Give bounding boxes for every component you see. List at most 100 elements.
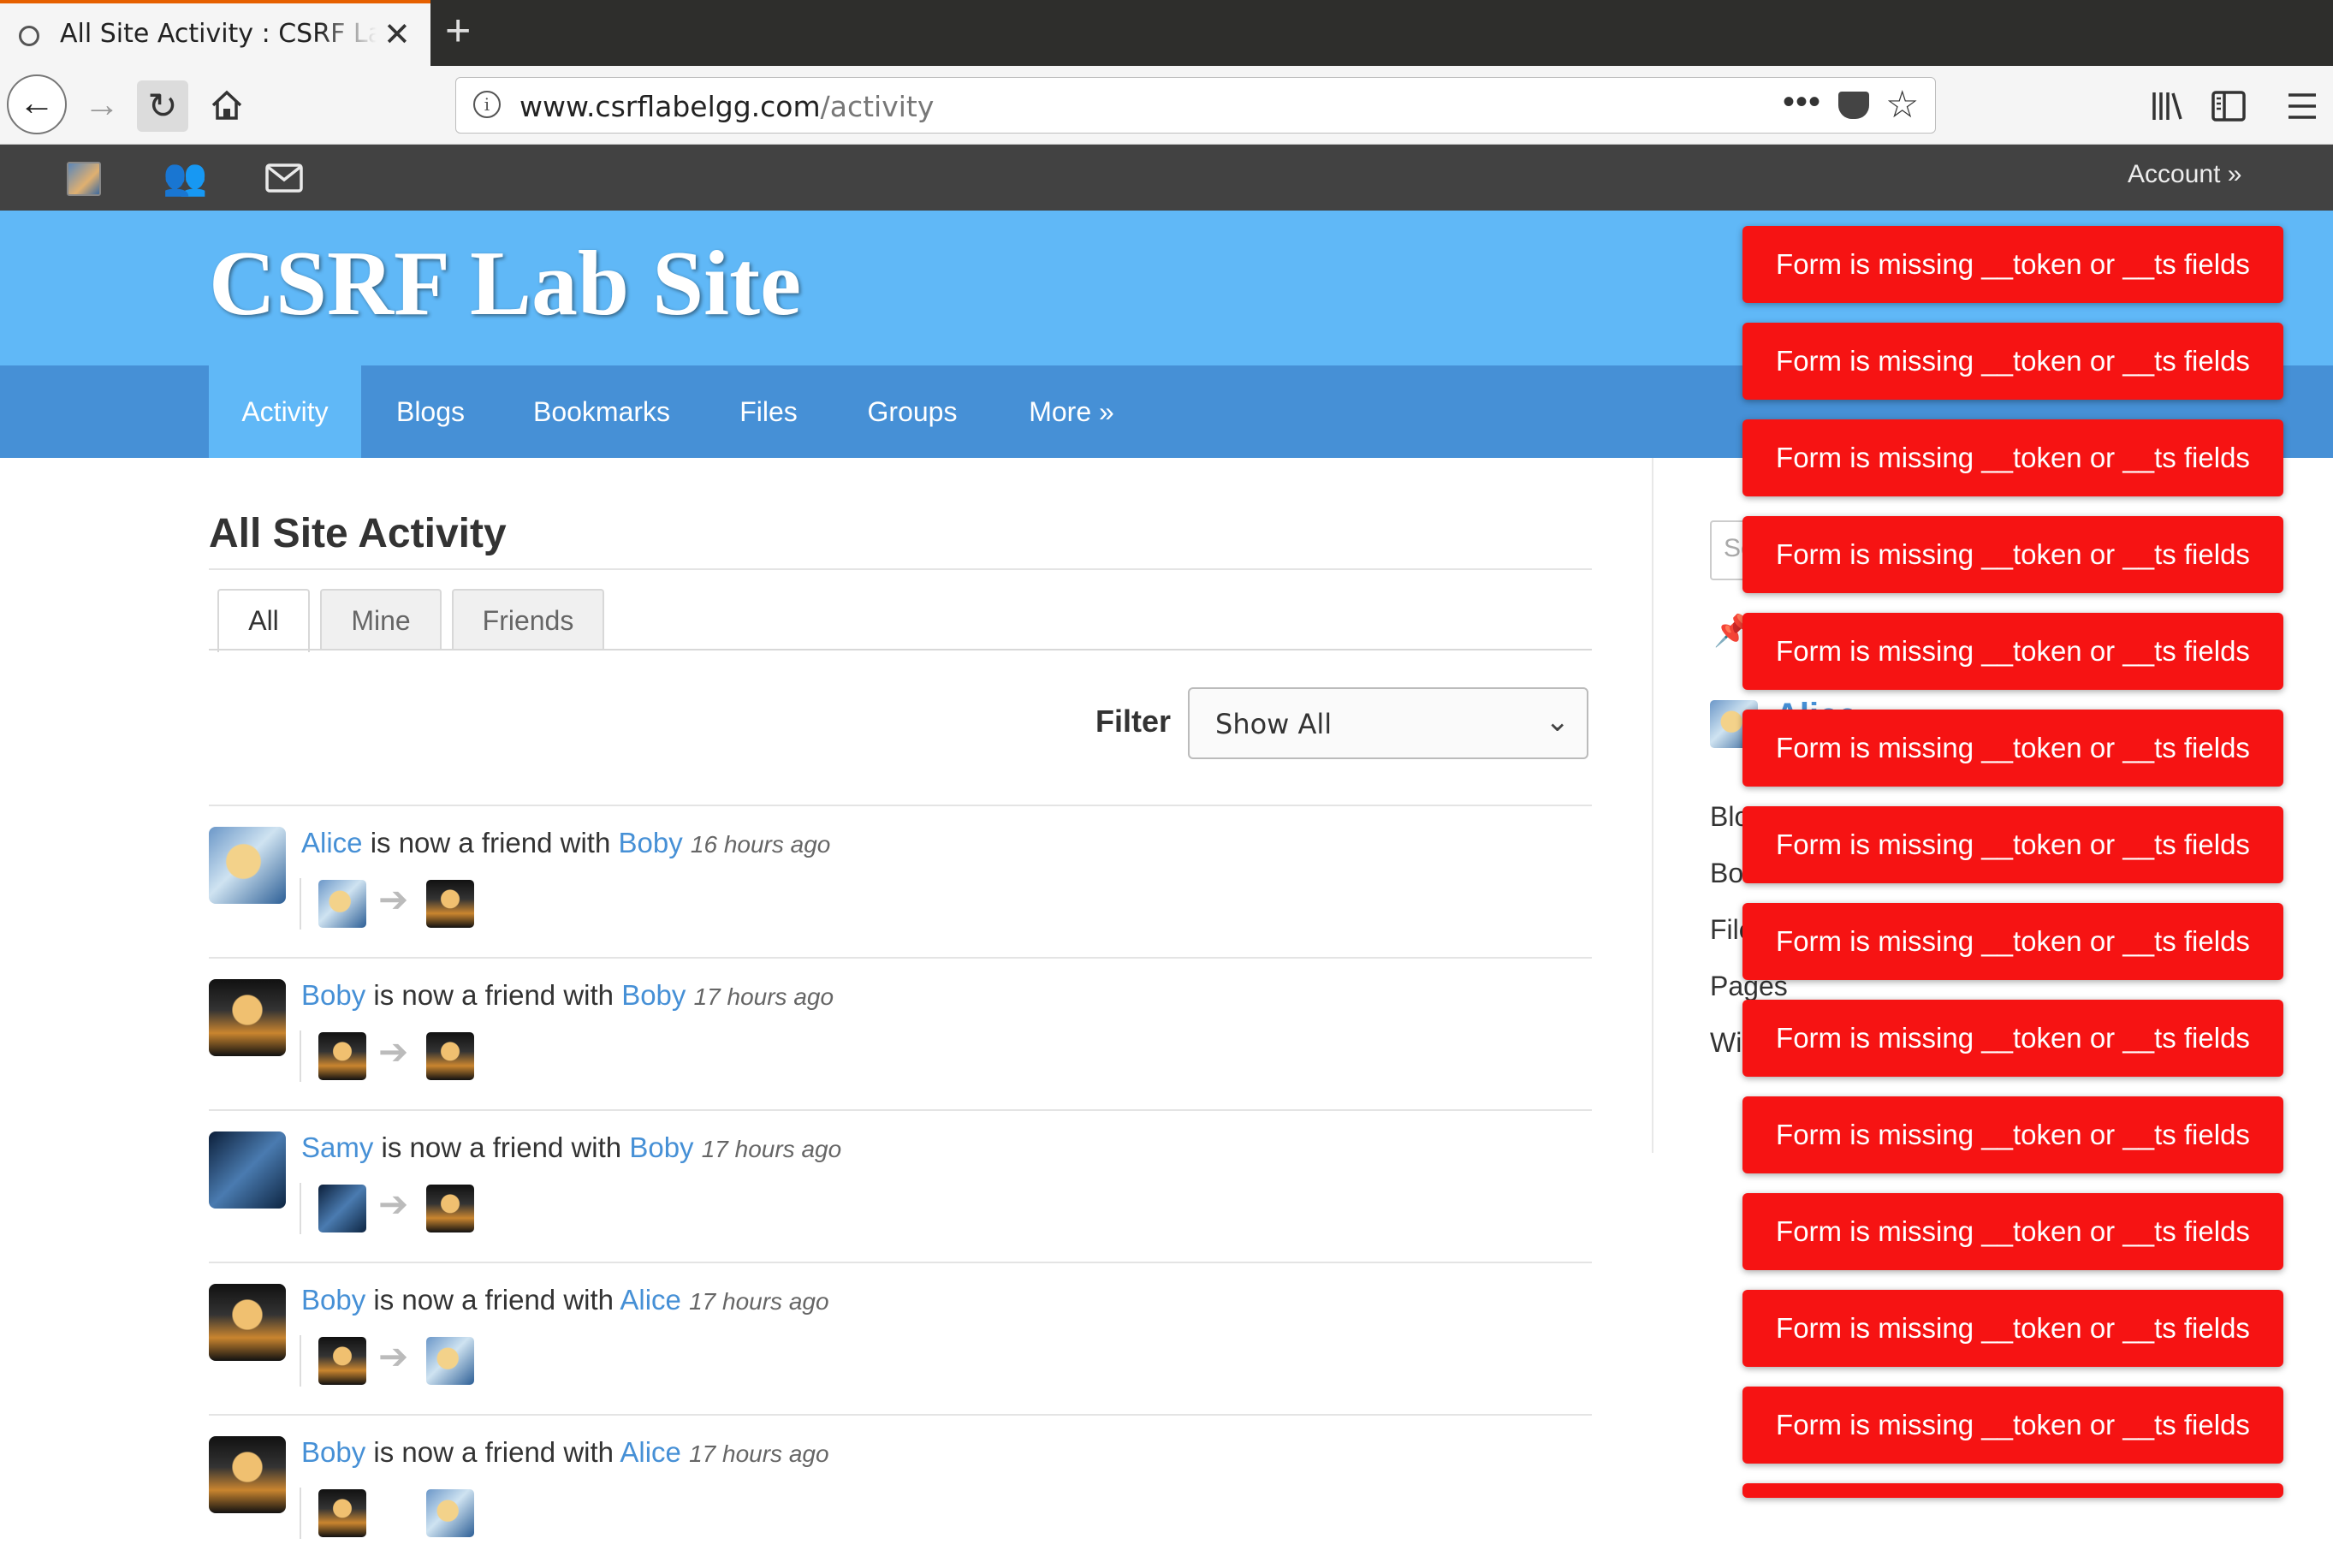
tab-friends[interactable]: Friends (452, 589, 604, 650)
error-message[interactable]: Form is missing __token or __ts fields (1742, 710, 2283, 787)
browser-tab[interactable]: All Site Activity : CSRF Lab Site ✕ (0, 0, 430, 66)
error-message[interactable]: Form is missing __token or __ts fields (1742, 226, 2283, 303)
tab-close-icon[interactable]: ✕ (383, 15, 411, 54)
avatar[interactable] (426, 1489, 474, 1537)
target-link[interactable]: Alice (620, 1284, 681, 1316)
target-link[interactable]: Boby (621, 979, 686, 1011)
nav-item-bookmarks[interactable]: Bookmarks (522, 365, 681, 458)
error-message[interactable]: Form is missing __token or __ts fields (1742, 516, 2283, 593)
browser-tab-bar: All Site Activity : CSRF Lab Site ✕ + (0, 0, 2333, 66)
actor-link[interactable]: Alice (301, 827, 363, 858)
info-icon[interactable]: i (473, 91, 501, 118)
divider (209, 568, 1592, 570)
tab-title: All Site Activity : CSRF Lab Site (60, 19, 377, 49)
url-text[interactable]: www.csrflabelgg.com/activity (519, 90, 934, 123)
home-icon[interactable] (210, 88, 244, 122)
error-message[interactable]: Form is missing __token or __ts fields (1742, 1000, 2283, 1077)
tab-all[interactable]: All (217, 589, 310, 652)
activity-item: Alice is now a friend with Boby 16 hours… (209, 806, 1592, 959)
actor-link[interactable]: Boby (301, 1284, 365, 1316)
actor-link[interactable]: Samy (301, 1131, 373, 1163)
avatar[interactable] (209, 1284, 286, 1361)
nav-item-groups[interactable]: Groups (854, 365, 971, 458)
divider (209, 649, 1592, 650)
site-topbar: 👥 Account » (0, 145, 2333, 211)
activity-summary: Samy is now a friend with Boby 17 hours … (301, 1131, 842, 1163)
timestamp: 17 hours ago (701, 1136, 842, 1162)
page-title: All Site Activity (209, 511, 507, 556)
error-message[interactable]: Form is missing __token or __ts fields (1742, 806, 2283, 883)
divider (300, 1488, 301, 1539)
nav-item-blogs[interactable]: Blogs (380, 365, 481, 458)
error-message[interactable]: Form is missing __token or __ts fields (1742, 323, 2283, 400)
bookmark-star-icon[interactable]: ☆ (1885, 83, 1919, 127)
actor-link[interactable]: Boby (301, 979, 365, 1011)
browser-nav-bar: ← → ↻ i www.csrflabelgg.com/activity •••… (0, 66, 2333, 145)
error-message[interactable]: Form is missing __token or __ts fields (1742, 1193, 2283, 1270)
pocket-icon[interactable] (1838, 92, 1869, 119)
hamburger-menu-icon[interactable] (2287, 92, 2318, 121)
activity-item: Boby is now a friend with Boby 17 hours … (209, 959, 1592, 1111)
timestamp: 16 hours ago (690, 831, 831, 858)
friends-icon[interactable]: 👥 (163, 157, 207, 199)
target-link[interactable]: Boby (619, 827, 683, 858)
error-message[interactable]: Form is missing __token or __ts fields (1742, 613, 2283, 690)
messages-envelope-icon[interactable] (265, 163, 303, 193)
avatar[interactable] (318, 1032, 366, 1080)
timestamp: 17 hours ago (689, 1288, 829, 1315)
avatar[interactable] (209, 827, 286, 904)
error-message[interactable]: Form is missing __token or __ts fields (1742, 903, 2283, 980)
divider (300, 1183, 301, 1234)
sidebar-divider (1652, 458, 1653, 1153)
activity-summary: Boby is now a friend with Alice 17 hours… (301, 1284, 829, 1316)
arrow-right-icon: ➔ (378, 1031, 409, 1072)
avatar[interactable] (318, 1489, 366, 1537)
divider (300, 878, 301, 930)
back-arrow-icon[interactable]: ← (7, 74, 67, 134)
page-actions-icon[interactable]: ••• (1783, 83, 1821, 122)
library-icon[interactable] (2150, 89, 2184, 123)
error-message[interactable]: Form is missing __token or __ts fields (1742, 1096, 2283, 1173)
avatar[interactable] (426, 880, 474, 928)
avatar[interactable] (209, 979, 286, 1056)
tab-mine[interactable]: Mine (320, 589, 442, 650)
avatar[interactable] (426, 1185, 474, 1232)
filter-label: Filter (1095, 704, 1172, 739)
site-title[interactable]: CSRF Lab Site (209, 231, 801, 337)
error-message[interactable]: Form is missing __token or __ts fields (1742, 419, 2283, 496)
forward-arrow-icon[interactable]: → (84, 86, 120, 122)
chevron-down-icon: ⌄ (1545, 705, 1570, 738)
error-message[interactable]: Form is missing __token or __ts fields (1742, 1290, 2283, 1367)
avatar[interactable] (426, 1032, 474, 1080)
new-tab-icon[interactable]: + (445, 5, 471, 56)
activity-summary: Alice is now a friend with Boby 16 hours… (301, 827, 831, 858)
arrow-right-icon: ➔ (378, 879, 409, 919)
avatar[interactable] (426, 1337, 474, 1385)
url-bar[interactable]: i www.csrflabelgg.com/activity ••• ☆ (455, 77, 1936, 134)
avatar[interactable] (318, 1185, 366, 1232)
target-link[interactable]: Boby (629, 1131, 693, 1163)
activity-summary: Boby is now a friend with Boby 17 hours … (301, 979, 834, 1011)
user-avatar-icon[interactable] (67, 162, 101, 196)
filter-select-value: Show All (1215, 708, 1333, 740)
avatar[interactable] (318, 880, 366, 928)
filter-select[interactable]: Show All ⌄ (1188, 687, 1588, 759)
target-link[interactable]: Alice (620, 1436, 681, 1468)
avatar[interactable] (318, 1337, 366, 1385)
account-menu[interactable]: Account » (2128, 160, 2241, 189)
nav-item-activity[interactable]: Activity (209, 365, 361, 458)
nav-item-more[interactable]: More » (1012, 365, 1131, 458)
activity-item: Samy is now a friend with Boby 17 hours … (209, 1111, 1592, 1263)
actor-link[interactable]: Boby (301, 1436, 365, 1468)
error-message[interactable]: Form is missing __token or __ts fields (1742, 1387, 2283, 1464)
activity-item: Boby is now a friend with Alice 17 hours… (209, 1263, 1592, 1416)
divider (300, 1335, 301, 1387)
arrow-right-icon: ➔ (378, 1336, 409, 1376)
avatar[interactable] (209, 1131, 286, 1209)
nav-item-files[interactable]: Files (722, 365, 815, 458)
avatar[interactable] (209, 1436, 286, 1513)
divider (300, 1030, 301, 1082)
reload-icon[interactable]: ↻ (137, 80, 188, 132)
error-message-partial[interactable] (1742, 1483, 2283, 1498)
sidebar-icon[interactable] (2211, 91, 2246, 122)
